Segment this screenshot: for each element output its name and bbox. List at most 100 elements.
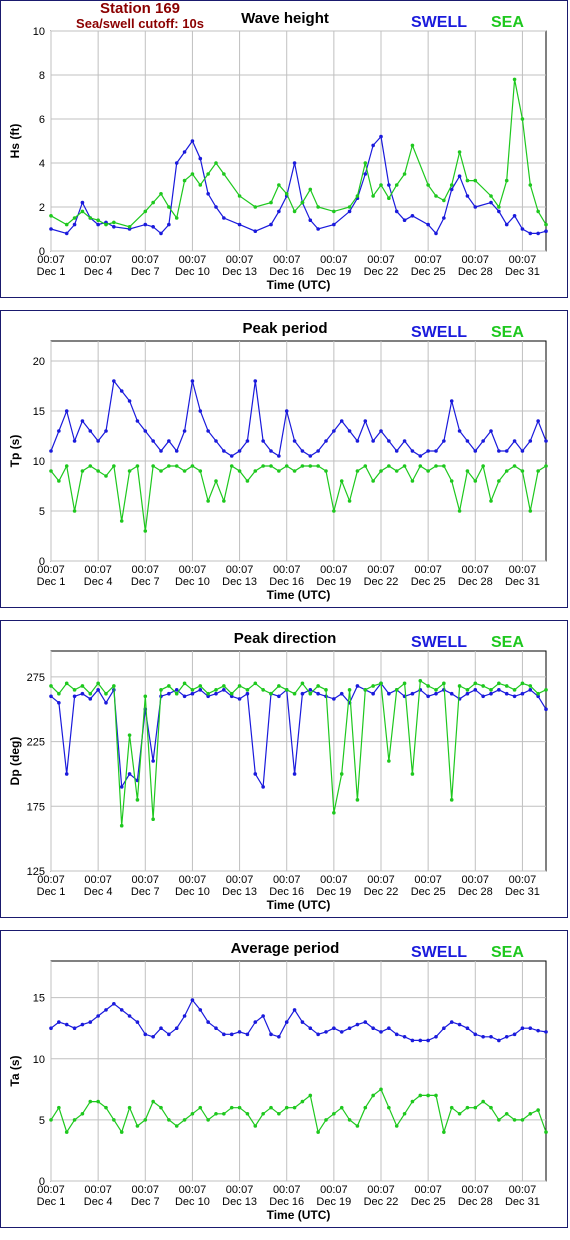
- data-point-sea: [402, 464, 407, 468]
- data-point-sea: [143, 529, 148, 533]
- chart-svg: 024681000:07Dec 100:07Dec 400:07Dec 700:…: [8, 10, 548, 292]
- data-point-swell: [167, 691, 171, 696]
- data-point-swell: [88, 697, 93, 701]
- data-point-swell: [355, 1022, 360, 1027]
- data-point-swell: [88, 1020, 93, 1024]
- x-tick-time: 00:07: [414, 1184, 442, 1196]
- data-point-sea: [127, 469, 132, 473]
- data-point-swell: [292, 772, 297, 776]
- data-point-swell: [237, 222, 242, 227]
- data-point-swell: [473, 449, 478, 453]
- data-point-swell: [394, 1032, 399, 1037]
- data-point-swell: [481, 439, 485, 443]
- data-point-swell: [536, 1028, 540, 1033]
- data-point-swell: [261, 785, 265, 789]
- data-point-swell: [504, 222, 509, 227]
- data-point-sea: [182, 178, 187, 183]
- x-tick-date: Dec 10: [175, 576, 210, 588]
- chart-svg: 0510152000:07Dec 100:07Dec 400:07Dec 700…: [8, 320, 548, 602]
- x-tick-date: Dec 28: [458, 886, 493, 898]
- y-tick-label: 20: [33, 356, 45, 368]
- data-point-swell: [316, 1032, 320, 1037]
- data-point-sea: [167, 205, 171, 209]
- data-point-sea: [426, 684, 430, 688]
- data-point-swell: [222, 688, 226, 692]
- data-point-sea: [214, 688, 218, 692]
- x-tick-date: Dec 19: [316, 886, 351, 898]
- data-point-sea: [363, 688, 368, 692]
- data-point-swell: [49, 227, 53, 231]
- x-tick-date: Dec 7: [131, 266, 160, 278]
- data-point-sea: [159, 469, 163, 473]
- x-tick-date: Dec 25: [411, 1196, 446, 1208]
- x-tick-time: 00:07: [132, 1184, 160, 1196]
- data-point-swell: [237, 697, 242, 701]
- x-tick-date: Dec 7: [131, 1196, 160, 1208]
- data-point-sea: [520, 469, 525, 473]
- x-axis-label: Time (UTC): [267, 898, 331, 912]
- data-point-swell: [536, 419, 540, 423]
- data-point-swell: [544, 707, 548, 712]
- data-point-sea: [284, 688, 289, 692]
- data-point-swell: [214, 1026, 218, 1031]
- data-point-swell: [222, 1032, 226, 1037]
- data-point-sea: [402, 681, 407, 686]
- data-point-sea: [316, 1130, 320, 1134]
- data-point-swell: [394, 209, 399, 214]
- data-point-sea: [80, 684, 85, 688]
- data-point-sea: [387, 759, 391, 763]
- data-point-sea: [80, 209, 85, 214]
- data-point-sea: [159, 688, 163, 692]
- x-tick-time: 00:07: [320, 1184, 348, 1196]
- y-tick-label: 8: [39, 70, 45, 82]
- data-point-sea: [64, 464, 69, 468]
- data-point-swell: [339, 419, 344, 423]
- data-point-swell: [253, 379, 258, 383]
- data-point-sea: [426, 183, 430, 187]
- data-point-sea: [371, 479, 375, 483]
- x-tick-date: Dec 4: [84, 886, 113, 898]
- data-point-swell: [418, 454, 423, 458]
- data-point-sea: [119, 519, 124, 523]
- y-tick-label: 15: [33, 406, 45, 418]
- data-point-swell: [339, 1030, 344, 1034]
- data-point-swell: [182, 694, 187, 699]
- x-tick-time: 00:07: [509, 564, 537, 576]
- data-point-sea: [237, 469, 242, 473]
- data-point-sea: [206, 1118, 210, 1122]
- data-point-swell: [394, 449, 399, 453]
- legend-swell: SWELL: [411, 634, 467, 651]
- data-point-swell: [363, 172, 368, 176]
- data-point-sea: [481, 464, 485, 468]
- data-point-swell: [457, 1022, 462, 1027]
- data-point-sea: [135, 798, 140, 802]
- x-tick-date: Dec 13: [222, 266, 257, 278]
- x-tick-date: Dec 13: [222, 886, 257, 898]
- data-point-swell: [347, 429, 352, 433]
- data-point-sea: [355, 469, 360, 473]
- data-point-sea: [536, 691, 540, 696]
- data-point-swell: [497, 209, 501, 214]
- data-point-swell: [324, 439, 328, 443]
- data-point-sea: [96, 681, 100, 686]
- data-point-swell: [379, 134, 383, 139]
- data-point-sea: [119, 1130, 124, 1134]
- data-point-swell: [292, 439, 297, 443]
- data-point-swell: [151, 439, 155, 443]
- data-point-sea: [174, 216, 179, 220]
- data-point-sea: [473, 1105, 478, 1110]
- x-tick-time: 00:07: [509, 874, 537, 886]
- data-point-sea: [190, 1111, 195, 1116]
- data-point-sea: [167, 464, 171, 468]
- data-point-swell: [465, 194, 470, 198]
- x-axis-label: Time (UTC): [267, 588, 331, 602]
- x-tick-time: 00:07: [226, 564, 254, 576]
- data-point-swell: [119, 785, 124, 789]
- data-point-sea: [159, 1105, 163, 1110]
- data-point-sea: [308, 187, 313, 192]
- data-point-swell: [434, 231, 438, 236]
- x-tick-date: Dec 1: [37, 886, 66, 898]
- data-point-sea: [347, 499, 352, 503]
- data-point-sea: [253, 681, 258, 686]
- data-point-swell: [127, 1014, 132, 1018]
